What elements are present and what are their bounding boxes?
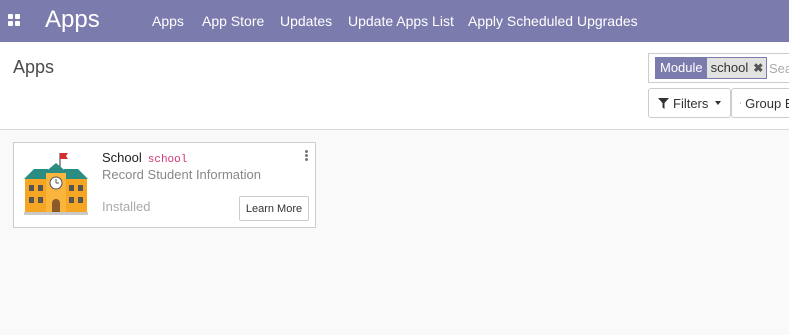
filters-label: Filters [673, 95, 709, 111]
menu-item-apps[interactable]: Apps [152, 13, 184, 29]
app-card[interactable]: School school Record Student Information … [13, 142, 316, 228]
learn-more-button[interactable]: Learn More [239, 196, 309, 221]
app-name: School [102, 150, 142, 165]
facet-category: Module [656, 58, 707, 78]
menu-item-updates[interactable]: Updates [280, 13, 332, 29]
page-title: Apps [13, 57, 55, 77]
filter-icon [658, 97, 669, 109]
app-technical-name: school [147, 154, 188, 166]
filters-button[interactable]: Filters [648, 88, 731, 118]
group-by-label: Group By [745, 95, 789, 111]
app-brand[interactable]: Apps [45, 5, 100, 35]
menu-item-app-store[interactable]: App Store [202, 13, 264, 29]
close-icon[interactable]: ✖ [753, 58, 763, 78]
control-panel: Apps Module school ✖ Filters Group By [0, 42, 789, 130]
caret-down-icon [715, 101, 722, 105]
bars-icon [740, 102, 742, 104]
menu-item-apply-scheduled-upgrades[interactable]: Apply Scheduled Upgrades [468, 13, 638, 29]
app-title: School school [102, 150, 187, 166]
group-by-button[interactable]: Group By [731, 88, 789, 118]
search-box[interactable]: Module school ✖ [648, 53, 789, 83]
app-summary: Record Student Information [102, 167, 261, 182]
grid-icon[interactable] [8, 14, 20, 26]
top-navbar: Apps Apps App Store Updates Update Apps … [0, 0, 789, 42]
app-status: Installed [102, 199, 151, 214]
school-building-icon [24, 153, 88, 215]
search-input[interactable] [769, 58, 789, 78]
facet-value: school [710, 60, 749, 75]
more-options-icon[interactable] [305, 150, 309, 162]
menu-item-update-apps-list[interactable]: Update Apps List [348, 13, 454, 29]
facet-value-wrapper: school ✖ [706, 58, 767, 78]
search-facet: Module school ✖ [655, 57, 768, 79]
